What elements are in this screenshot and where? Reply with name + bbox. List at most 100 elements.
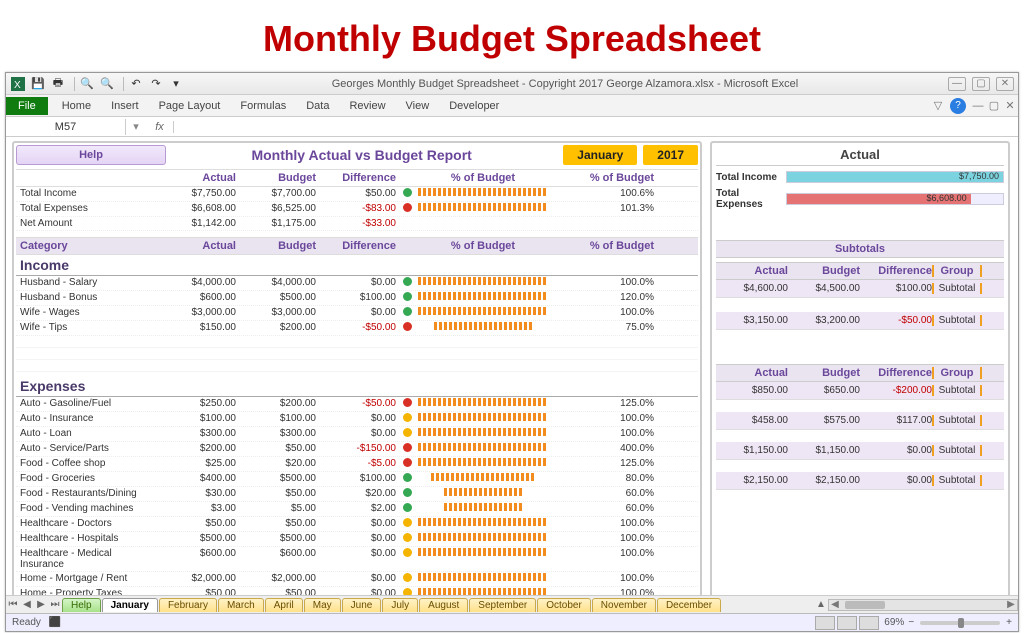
sheet-tab-december[interactable]: December [657, 598, 721, 612]
table-row[interactable]: Wife - Tips$150.00$200.00-$50.0075.0% [16, 321, 698, 336]
print-icon[interactable]: 🖶 [50, 76, 66, 92]
ribbon-tab-view[interactable]: View [396, 97, 440, 115]
file-tab[interactable]: File [6, 97, 48, 115]
hscrollbar[interactable]: ◀ ▶ [828, 599, 1018, 611]
status-dot-icon [403, 573, 412, 582]
table-row[interactable]: Wife - Wages$3,000.00$3,000.00$0.00100.0… [16, 306, 698, 321]
save-icon[interactable]: 💾 [30, 76, 46, 92]
ribbon-tab-insert[interactable]: Insert [101, 97, 149, 115]
actual-chart-title: Actual [716, 147, 1004, 166]
name-box[interactable]: M57 [6, 119, 126, 135]
subtotal-row: $1,150.00$1,150.00$0.00Subtotal [716, 442, 1004, 460]
view-layout-icon[interactable] [837, 616, 857, 630]
find-icon[interactable]: 🔍 [79, 76, 95, 92]
namebox-dropdown-icon[interactable]: ▾ [126, 120, 146, 133]
zoom-out-icon[interactable]: − [908, 617, 914, 628]
sheet-tab-may[interactable]: May [304, 598, 341, 612]
status-dot-icon [403, 588, 412, 595]
ribbon-tab-home[interactable]: Home [52, 97, 101, 115]
zoom-slider[interactable] [920, 621, 1000, 625]
sheet-tab-august[interactable]: August [419, 598, 468, 612]
status-dot-icon [403, 548, 412, 557]
status-dot-icon [403, 203, 412, 212]
sheet-tab-november[interactable]: November [592, 598, 656, 612]
sheet-tab-march[interactable]: March [218, 598, 264, 612]
undo-icon[interactable]: ↶ [128, 76, 144, 92]
table-row[interactable]: Total Income$7,750.00$7,700.00$50.00100.… [16, 187, 698, 202]
table-row[interactable]: Husband - Bonus$600.00$500.00$100.00120.… [16, 291, 698, 306]
doc-minimize-icon[interactable]: — [970, 100, 986, 112]
table-row[interactable]: Husband - Salary$4,000.00$4,000.00$0.001… [16, 276, 698, 291]
sheet-tab-help[interactable]: Help [62, 598, 101, 612]
page-headline: Monthly Budget Spreadsheet [0, 0, 1024, 72]
tab-nav-next-icon[interactable]: ▶ [34, 599, 48, 610]
ribbon-minimize-icon[interactable]: ▽ [930, 99, 946, 112]
table-row[interactable]: Food - Groceries$400.00$500.00$100.0080.… [16, 472, 698, 487]
maximize-icon[interactable]: ▢ [972, 77, 990, 91]
worksheet[interactable]: Help Monthly Actual vs Budget Report Jan… [6, 137, 1018, 595]
help-button[interactable]: Help [16, 145, 166, 165]
view-normal-icon[interactable] [815, 616, 835, 630]
qat-dropdown-icon[interactable]: ▾ [168, 76, 184, 92]
tab-nav-last-icon[interactable]: ⏭ [48, 599, 62, 610]
ribbon-tab-formulas[interactable]: Formulas [230, 97, 296, 115]
tab-nav-prev-icon[interactable]: ◀ [20, 599, 34, 610]
sheet-tab-october[interactable]: October [537, 598, 591, 612]
subtotal-row: $3,150.00$3,200.00-$50.00Subtotal [716, 312, 1004, 330]
status-dot-icon [403, 458, 412, 467]
table-row[interactable]: Auto - Insurance$100.00$100.00$0.00100.0… [16, 412, 698, 427]
table-row[interactable]: Auto - Service/Parts$200.00$50.00-$150.0… [16, 442, 698, 457]
formula-input[interactable] [174, 119, 1018, 135]
hscroll-right-icon[interactable]: ▶ [1005, 599, 1017, 610]
table-row[interactable]: Healthcare - Doctors$50.00$50.00$0.00100… [16, 517, 698, 532]
hscroll-thumb[interactable] [845, 601, 885, 609]
status-bar: Ready ⬛ 69% − + [6, 613, 1018, 631]
status-dot-icon [403, 428, 412, 437]
table-row[interactable]: Healthcare - Medical Insurance$600.00$60… [16, 547, 698, 572]
view-break-icon[interactable] [859, 616, 879, 630]
ribbon-tab-developer[interactable]: Developer [439, 97, 509, 115]
sheet-tab-february[interactable]: February [159, 598, 217, 612]
close-icon[interactable]: ✕ [996, 77, 1014, 91]
table-row[interactable]: Auto - Loan$300.00$300.00$0.00100.0% [16, 427, 698, 442]
sheet-tab-september[interactable]: September [469, 598, 536, 612]
table-row[interactable]: Auto - Gasoline/Fuel$250.00$200.00-$50.0… [16, 397, 698, 412]
ribbon-tab-page-layout[interactable]: Page Layout [149, 97, 231, 115]
ribbon-tab-review[interactable]: Review [339, 97, 395, 115]
redo-icon[interactable]: ↷ [148, 76, 164, 92]
table-row[interactable]: Home - Mortgage / Rent$2,000.00$2,000.00… [16, 572, 698, 587]
table-row[interactable]: Food - Coffee shop$25.00$20.00-$5.00125.… [16, 457, 698, 472]
help-icon[interactable]: ? [950, 98, 966, 114]
table-row[interactable]: Food - Restaurants/Dining$30.00$50.00$20… [16, 487, 698, 502]
doc-restore-icon[interactable]: ▢ [986, 99, 1002, 112]
report-right-pane: Actual Total Income$7,750.00Total Expens… [710, 141, 1010, 595]
sheet-tab-january[interactable]: January [102, 598, 158, 612]
income-section-label: Income [16, 255, 698, 276]
table-row[interactable]: Healthcare - Hospitals$500.00$500.00$0.0… [16, 532, 698, 547]
ribbon-tab-data[interactable]: Data [296, 97, 339, 115]
table-row[interactable]: Total Expenses$6,608.00$6,525.00-$83.001… [16, 202, 698, 217]
status-dot-icon [403, 292, 412, 301]
status-dot-icon [403, 488, 412, 497]
find-all-icon[interactable]: 🔍 [99, 76, 115, 92]
report-title: Monthly Actual vs Budget Report [166, 147, 557, 163]
fx-icon[interactable]: fx [146, 121, 174, 133]
subtotal-row: $850.00$650.00-$200.00Subtotal [716, 382, 1004, 400]
sheet-tab-april[interactable]: April [265, 598, 303, 612]
tab-nav-first-icon[interactable]: ⏮ [6, 599, 20, 610]
hscroll-left-icon[interactable]: ◀ [829, 599, 841, 610]
doc-close-icon[interactable]: ✕ [1002, 99, 1018, 112]
table-row[interactable]: Home - Property Taxes$50.00$50.00$0.0010… [16, 587, 698, 595]
formula-bar: M57 ▾ fx [6, 117, 1018, 137]
minimize-icon[interactable]: — [948, 77, 966, 91]
status-dot-icon [403, 473, 412, 482]
status-dot-icon [403, 277, 412, 286]
macro-record-icon[interactable]: ⬛ [49, 617, 61, 628]
vscroll-up-icon[interactable]: ▲ [814, 599, 828, 610]
excel-window: X 💾 🖶 🔍 🔍 ↶ ↷ ▾ Georges Monthly Budget S… [5, 72, 1019, 632]
sheet-tab-june[interactable]: June [342, 598, 382, 612]
sheet-tab-july[interactable]: July [382, 598, 418, 612]
zoom-in-icon[interactable]: + [1006, 617, 1012, 628]
table-row[interactable]: Food - Vending machines$3.00$5.00$2.0060… [16, 502, 698, 517]
table-row[interactable]: Net Amount$1,142.00$1,175.00-$33.00 [16, 217, 698, 231]
